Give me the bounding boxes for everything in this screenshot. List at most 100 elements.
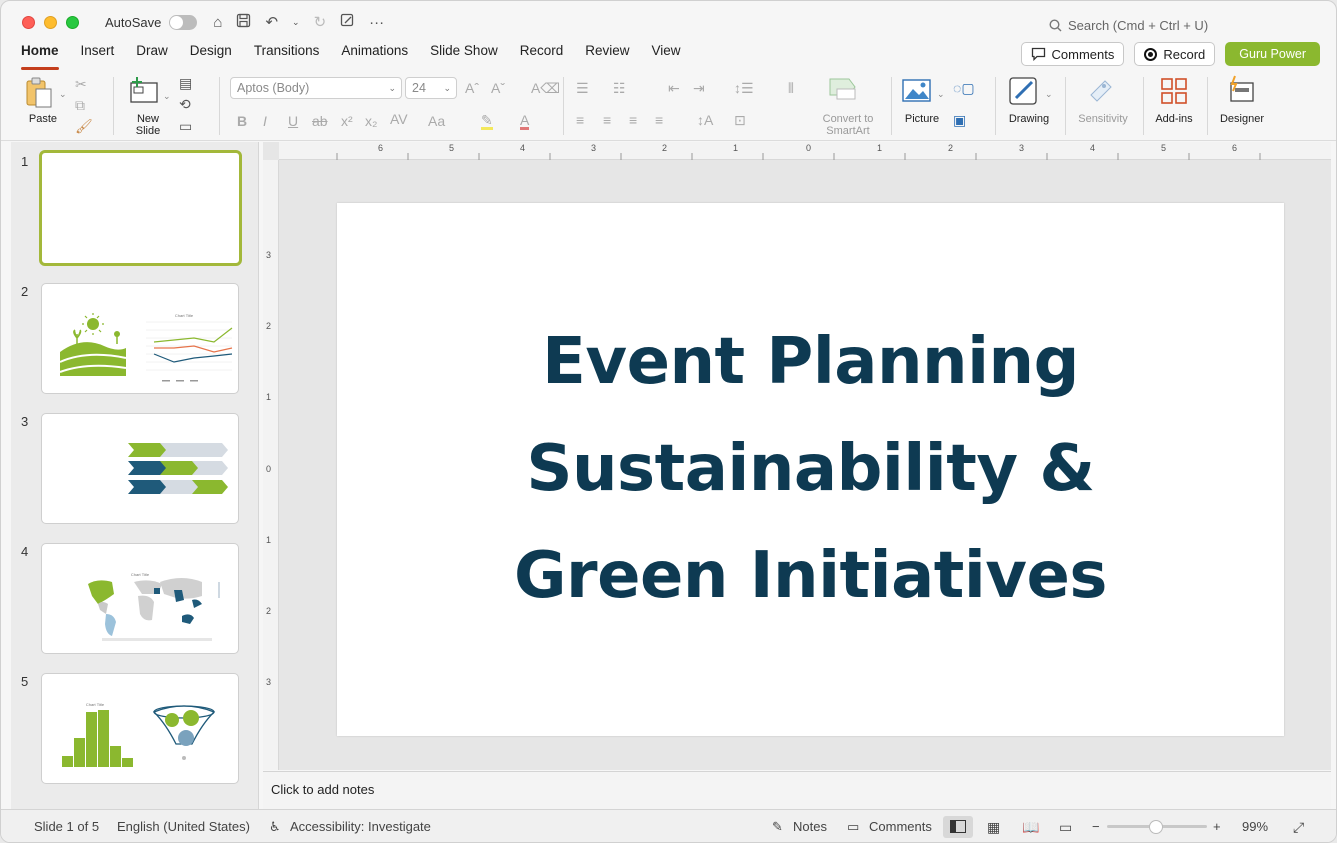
increase-font-icon[interactable]: Aˆ [465, 81, 479, 95]
redo-icon[interactable]: ↻ [314, 13, 327, 31]
notes-pane[interactable]: Click to add notes [263, 771, 1331, 809]
more-options-icon[interactable]: ··· [369, 14, 384, 31]
zoom-slider-thumb[interactable] [1149, 820, 1163, 834]
superscript-icon[interactable]: x² [341, 114, 353, 128]
normal-view-button[interactable] [943, 816, 973, 838]
save-icon[interactable] [236, 13, 251, 32]
reset-icon[interactable]: ⟲ [179, 97, 191, 111]
undo-dropdown-icon[interactable]: ⌄ [292, 17, 300, 28]
drawing-dropdown-icon[interactable]: ⌄ [1045, 87, 1053, 101]
tab-home[interactable]: Home [21, 43, 59, 70]
new-slide-button[interactable]: ⌄ New Slide [127, 75, 173, 137]
slide-thumbnail-2[interactable]: Chart Title [41, 283, 239, 394]
fit-to-window-icon[interactable]: ⤢ [1293, 819, 1304, 836]
undo-icon[interactable]: ↶ [265, 13, 278, 31]
sensitivity-button[interactable]: Sensitivity [1073, 75, 1133, 135]
tab-animations[interactable]: Animations [341, 43, 408, 67]
tab-design[interactable]: Design [190, 43, 232, 67]
bullets-icon[interactable]: ☰ [576, 81, 589, 95]
subscript-icon[interactable]: x₂ [365, 114, 377, 128]
layout-icon[interactable]: ▤ [179, 76, 192, 90]
slide-canvas[interactable]: Event Planning Sustainability & Green In… [337, 203, 1284, 736]
zoom-slider[interactable] [1107, 820, 1207, 834]
record-button[interactable]: Record [1134, 42, 1216, 66]
slide-thumbnail-3[interactable] [41, 413, 239, 524]
italic-icon[interactable]: I [263, 114, 267, 128]
format-painter-icon[interactable]: 🖌 [75, 119, 93, 133]
tab-record[interactable]: Record [520, 43, 564, 67]
cut-icon[interactable]: ✂ [75, 77, 87, 91]
guru-power-button[interactable]: Guru Power [1225, 42, 1320, 66]
decrease-indent-icon[interactable]: ⇤ [668, 81, 680, 95]
text-box-icon[interactable]: ▣ [953, 113, 966, 127]
paste-button[interactable]: ⌄ Paste [23, 75, 67, 129]
reading-view-icon[interactable]: 📖 [1022, 819, 1039, 836]
tab-draw[interactable]: Draw [136, 43, 168, 67]
font-size-select[interactable]: 24 ⌄ [405, 77, 457, 99]
paste-dropdown-icon[interactable]: ⌄ [59, 87, 67, 101]
language-status[interactable]: English (United States) [117, 819, 250, 834]
comments-icon[interactable]: ▭ [847, 819, 859, 835]
notes-icon[interactable]: ✎ [772, 819, 783, 835]
new-slide-dropdown-icon[interactable]: ⌄ [163, 89, 171, 103]
close-window-button[interactable] [22, 15, 35, 29]
section-icon[interactable]: ▭ [179, 119, 192, 133]
tab-review[interactable]: Review [585, 43, 629, 67]
autosave-toggle[interactable] [169, 14, 198, 30]
columns-icon[interactable]: ⫴ [788, 81, 794, 95]
accessibility-icon[interactable]: ♿ [269, 819, 281, 835]
slideshow-view-icon[interactable]: ▭ [1059, 819, 1072, 836]
addins-button[interactable]: Add-ins [1151, 75, 1197, 135]
designer-button[interactable]: Designer [1215, 75, 1269, 135]
align-center-icon[interactable]: ≡ [603, 113, 611, 127]
text-direction-icon[interactable]: ↕A [697, 113, 713, 127]
customize-icon[interactable] [340, 13, 355, 32]
tab-slide-show[interactable]: Slide Show [430, 43, 498, 67]
search-box[interactable]: Search (Cmd + Ctrl + U) [1049, 18, 1208, 33]
shapes-icon[interactable]: ◌▢ [953, 81, 975, 95]
align-left-icon[interactable]: ≡ [576, 113, 584, 127]
home-icon[interactable]: ⌂ [213, 14, 222, 31]
strikethrough-icon[interactable]: ab [312, 114, 328, 128]
character-spacing-icon[interactable]: AV [390, 112, 408, 126]
justify-icon[interactable]: ≡ [655, 113, 663, 127]
tab-insert[interactable]: Insert [81, 43, 115, 67]
align-right-icon[interactable]: ≡ [629, 113, 637, 127]
line-spacing-icon[interactable]: ↕☰ [734, 81, 754, 95]
horizontal-ruler[interactable]: 6 5 4 3 2 1 0 1 2 3 4 5 6 [279, 142, 1331, 160]
slide-thumbnail-4[interactable]: Chart Title [41, 543, 239, 654]
tab-transitions[interactable]: Transitions [254, 43, 320, 67]
minimize-window-button[interactable] [44, 15, 57, 29]
copy-icon[interactable]: ⧉ [75, 98, 85, 112]
zoom-out-icon[interactable]: − [1092, 819, 1100, 834]
slide-title[interactable]: Event Planning Sustainability & Green In… [514, 309, 1108, 630]
slide-thumbnails-panel[interactable]: 1 2 Chart Title 3 4 Chart Title 5 Chart … [11, 142, 259, 810]
slide-thumbnail-1[interactable] [39, 150, 242, 266]
bold-icon[interactable]: B [237, 114, 247, 128]
highlight-icon[interactable]: ✎ [481, 113, 493, 130]
accessibility-status[interactable]: Accessibility: Investigate [290, 819, 431, 834]
notes-toggle[interactable]: Notes [793, 819, 827, 834]
align-text-icon[interactable]: ⊡ [734, 113, 746, 127]
convert-smartart-button[interactable]: Convert to SmartArt [819, 75, 881, 137]
change-case-icon[interactable]: Aa [428, 114, 445, 128]
zoom-level[interactable]: 99% [1242, 819, 1268, 834]
font-name-select[interactable]: Aptos (Body) ⌄ [230, 77, 402, 99]
zoom-in-icon[interactable]: + [1213, 819, 1221, 834]
comments-toggle[interactable]: Comments [869, 819, 932, 834]
zoom-window-button[interactable] [66, 15, 79, 29]
vertical-ruler[interactable]: 3 2 1 0 1 2 3 [263, 160, 279, 770]
decrease-font-icon[interactable]: Aˇ [491, 81, 505, 95]
drawing-button[interactable]: ⌄ Drawing [1005, 75, 1055, 135]
increase-indent-icon[interactable]: ⇥ [693, 81, 705, 95]
tab-view[interactable]: View [652, 43, 681, 67]
font-color-icon[interactable]: A [520, 113, 530, 130]
comments-button[interactable]: Comments [1020, 42, 1125, 66]
underline-icon[interactable]: U [288, 114, 298, 128]
picture-dropdown-icon[interactable]: ⌄ [937, 87, 945, 101]
clear-formatting-icon[interactable]: A⌫ [531, 81, 560, 95]
slide-sorter-icon[interactable]: ▦ [987, 819, 1000, 836]
slide-thumbnail-5[interactable]: Chart Title [41, 673, 239, 784]
numbering-icon[interactable]: ☷ [613, 81, 626, 95]
picture-button[interactable]: ⌄ Picture [899, 75, 945, 135]
